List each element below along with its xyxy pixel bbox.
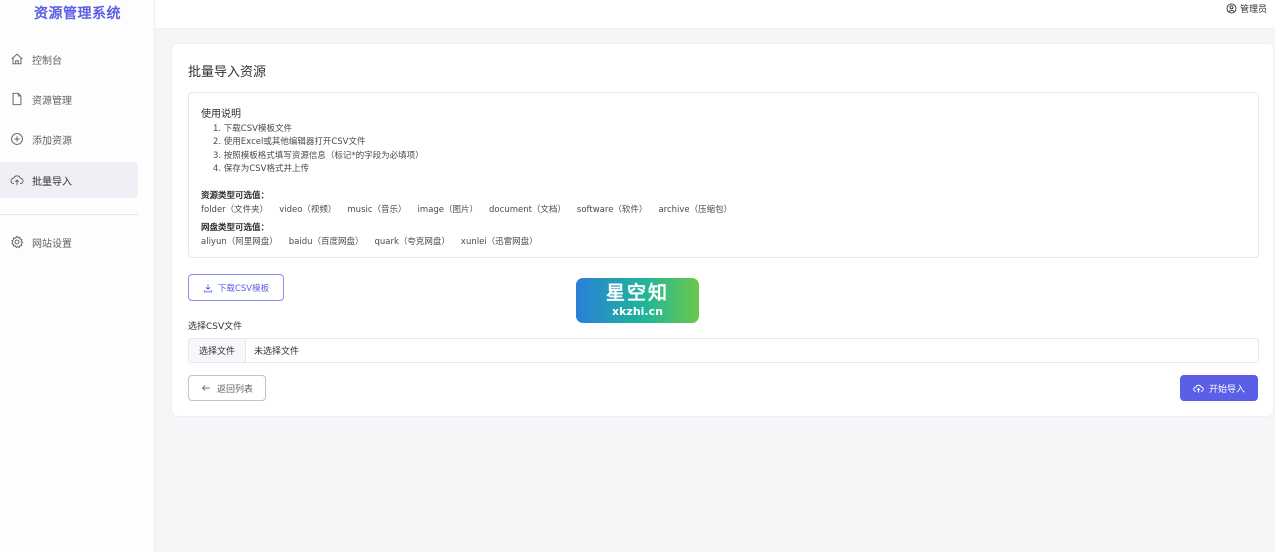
- instructions-heading: 使用说明: [201, 109, 241, 120]
- instruction-step: 2. 使用Excel或其他编辑器打开CSV文件: [213, 137, 366, 148]
- instruction-step: 1. 下载CSV模板文件: [213, 124, 292, 134]
- home-icon: [11, 53, 23, 65]
- watermark-logo: 星空知 xkzhi.cn: [576, 278, 699, 323]
- back-button-label: 返回列表: [216, 384, 253, 395]
- start-import-label: 开始导入: [1208, 384, 1245, 395]
- download-template-button[interactable]: 下载CSV模板: [188, 274, 284, 301]
- arrow-left-icon: [201, 385, 210, 391]
- disk-types-heading: 网盘类型可选值：: [201, 223, 270, 233]
- file-field-label: 选择CSV文件: [188, 322, 243, 332]
- plus-circle-icon: [11, 133, 23, 145]
- resource-types-heading: 资源类型可选值：: [201, 191, 270, 201]
- instruction-step: 4. 保存为CSV格式并上传: [213, 163, 309, 174]
- disk-type-option: aliyun（阿里网盘）: [201, 237, 278, 247]
- file-status-text: 未选择文件: [254, 347, 300, 357]
- brand-title: 资源管理系统: [34, 6, 121, 22]
- watermark-main-text: 星空知: [605, 282, 669, 304]
- user-circle-icon: [1226, 3, 1237, 14]
- instructions-panel: 使用说明 1. 下载CSV模板文件 2. 使用Excel或其他编辑器打开CSV文…: [188, 92, 1259, 258]
- sidebar-item-label: 添加资源: [32, 135, 72, 147]
- sidebar-item-settings[interactable]: 网站设置: [0, 224, 138, 260]
- sidebar-item-dashboard[interactable]: 控制台: [0, 41, 138, 77]
- user-menu[interactable]: 管理员: [1226, 2, 1267, 15]
- sidebar-item-add-resource[interactable]: 添加资源: [0, 121, 138, 157]
- disk-type-option: quark（夸克网盘）: [374, 237, 450, 247]
- choose-file-button[interactable]: 选择文件: [189, 339, 246, 362]
- resource-type-option: video（视频）: [279, 205, 337, 215]
- sidebar-item-resources[interactable]: 资源管理: [0, 81, 138, 117]
- import-card: 批量导入资源 使用说明 1. 下载CSV模板文件 2. 使用Excel或其他编辑…: [171, 43, 1274, 417]
- resource-type-option: document（文档）: [489, 205, 566, 215]
- instruction-step: 3. 按照模板格式填写资源信息（标记*的字段为必填项）: [213, 150, 424, 161]
- sidebar-item-label: 批量导入: [32, 176, 72, 188]
- resource-type-option: software（软件）: [576, 205, 648, 215]
- sidebar-item-label: 网站设置: [32, 238, 72, 250]
- top-bar: 管理员: [155, 0, 1275, 29]
- sidebar-item-label: 控制台: [32, 55, 62, 67]
- sidebar-divider: [0, 214, 138, 215]
- cloud-upload-icon: [10, 175, 24, 186]
- gear-icon: [11, 235, 24, 249]
- file-icon: [12, 92, 22, 106]
- csv-file-input[interactable]: 选择文件 未选择文件: [188, 338, 1259, 363]
- user-name: 管理员: [1239, 5, 1267, 15]
- disk-type-option: xunlei（迅雷网盘）: [460, 237, 538, 247]
- start-import-button[interactable]: 开始导入: [1180, 375, 1258, 401]
- watermark-sub-text: xkzhi.cn: [612, 305, 663, 318]
- disk-type-option: baidu（百度网盘）: [288, 237, 364, 247]
- sidebar-item-batch-import[interactable]: 批量导入: [0, 162, 138, 198]
- cloud-upload-icon: [1193, 384, 1204, 393]
- download-template-label: 下载CSV模板: [217, 283, 270, 294]
- page-title: 批量导入资源: [188, 65, 267, 80]
- resource-type-option: folder（文件夹）: [201, 205, 269, 215]
- resource-types-list: folder（文件夹） video（视频） music（音乐） image（图片…: [201, 203, 743, 215]
- download-icon: [204, 283, 212, 292]
- instructions-steps: 1. 下载CSV模板文件 2. 使用Excel或其他编辑器打开CSV文件 3. …: [213, 123, 424, 176]
- resource-type-option: archive（压缩包）: [658, 205, 733, 215]
- sidebar: 资源管理系统 控制台 资源管理 添加资源 批量导入 网站设置: [0, 0, 155, 552]
- back-to-list-button[interactable]: 返回列表: [188, 375, 266, 401]
- disk-types-list: aliyun（阿里网盘） baidu（百度网盘） quark（夸克网盘） xun…: [201, 235, 549, 247]
- resource-type-option: music（音乐）: [347, 205, 407, 215]
- sidebar-item-label: 资源管理: [32, 95, 72, 107]
- resource-type-option: image（图片）: [417, 205, 479, 215]
